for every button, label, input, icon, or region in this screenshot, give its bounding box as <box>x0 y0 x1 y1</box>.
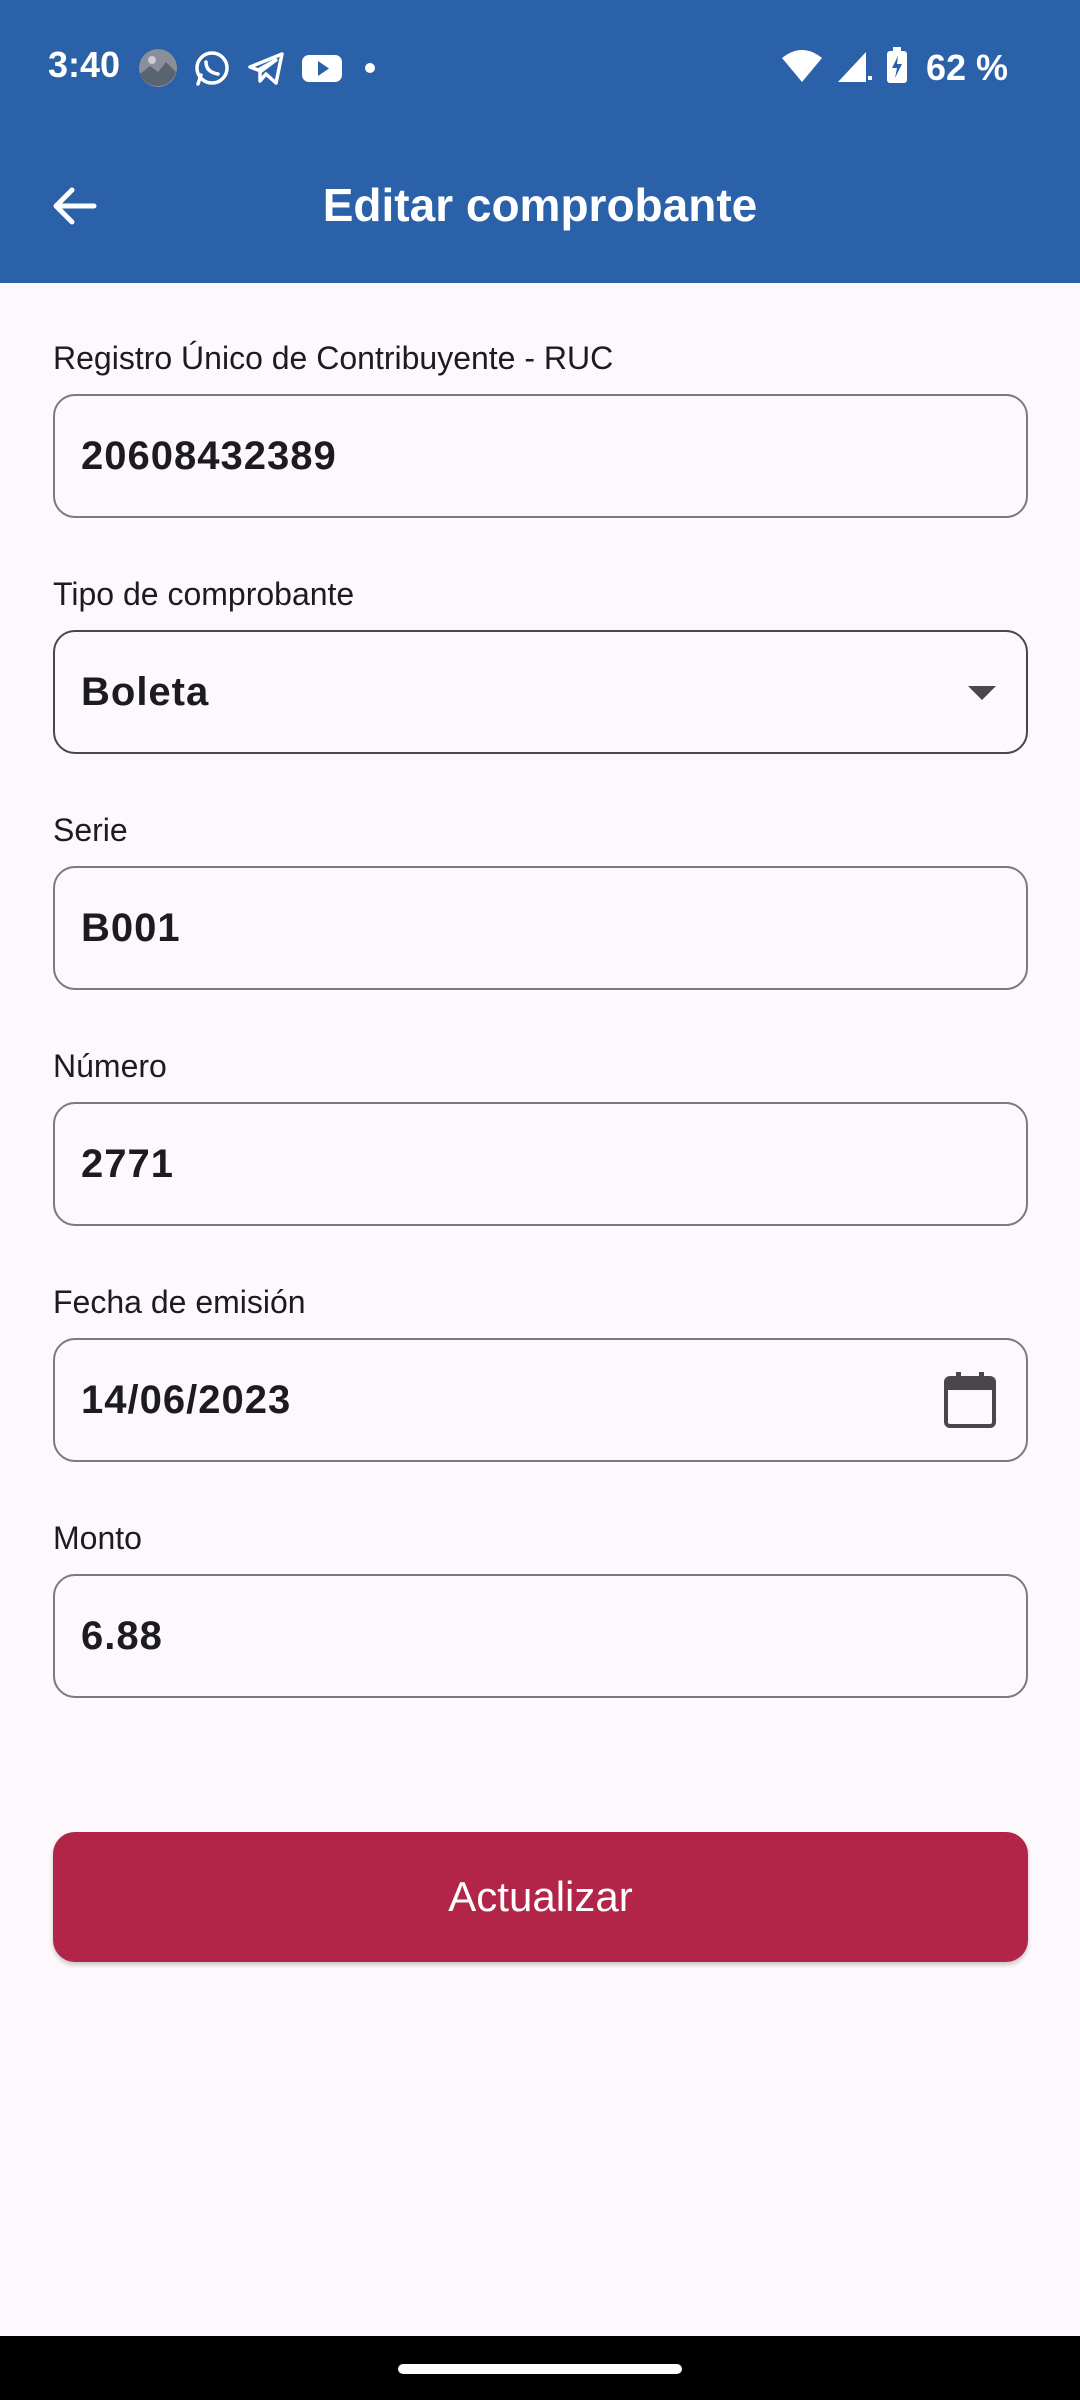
signal-icon <box>834 46 874 91</box>
ruc-label: Registro Único de Contribuyente - RUC <box>53 340 614 376</box>
calendar-icon[interactable] <box>942 1340 998 1460</box>
home-gesture-handle[interactable] <box>398 2364 682 2374</box>
tipo-value: Boleta <box>81 670 210 714</box>
youtube-icon <box>300 48 344 88</box>
notification-icons <box>138 44 382 92</box>
serie-field[interactable]: B001 <box>53 866 1028 990</box>
monto-value: 6.88 <box>81 1614 163 1658</box>
update-button-label: Actualizar <box>448 1873 633 1920</box>
status-time: 3:40 <box>48 44 121 85</box>
whatsapp-icon <box>192 48 232 88</box>
dropdown-arrow-icon <box>966 632 998 752</box>
tipo-select[interactable]: Boleta <box>53 630 1028 754</box>
fecha-field[interactable]: 14/06/2023 <box>53 1338 1028 1462</box>
update-button[interactable]: Actualizar <box>53 1832 1028 1962</box>
tipo-label: Tipo de comprobante <box>53 576 355 612</box>
telegram-icon <box>246 48 286 88</box>
fecha-label: Fecha de emisión <box>53 1284 306 1320</box>
battery-charging-icon <box>884 46 910 91</box>
fecha-value: 14/06/2023 <box>81 1378 292 1422</box>
ruc-value: 20608432389 <box>81 434 337 478</box>
wifi-icon <box>780 46 824 91</box>
serie-label: Serie <box>53 812 128 848</box>
monto-label: Monto <box>53 1520 142 1556</box>
numero-label: Número <box>53 1048 167 1084</box>
numero-field[interactable]: 2771 <box>53 1102 1028 1226</box>
monto-field[interactable]: 6.88 <box>53 1574 1028 1698</box>
ruc-field[interactable]: 20608432389 <box>53 394 1028 518</box>
dot-icon <box>358 48 382 88</box>
page-title: Editar comprobante <box>322 179 758 231</box>
app-bar: 3:40 62 % Editar comprobante <box>0 0 1080 283</box>
battery-percent: 62 % <box>925 47 1008 88</box>
system-icons: 62 % <box>780 44 1008 92</box>
photo-avatar-icon <box>138 48 178 88</box>
status-bar: 3:40 62 % <box>0 0 1080 135</box>
numero-value: 2771 <box>81 1142 174 1186</box>
serie-value: B001 <box>81 906 181 950</box>
